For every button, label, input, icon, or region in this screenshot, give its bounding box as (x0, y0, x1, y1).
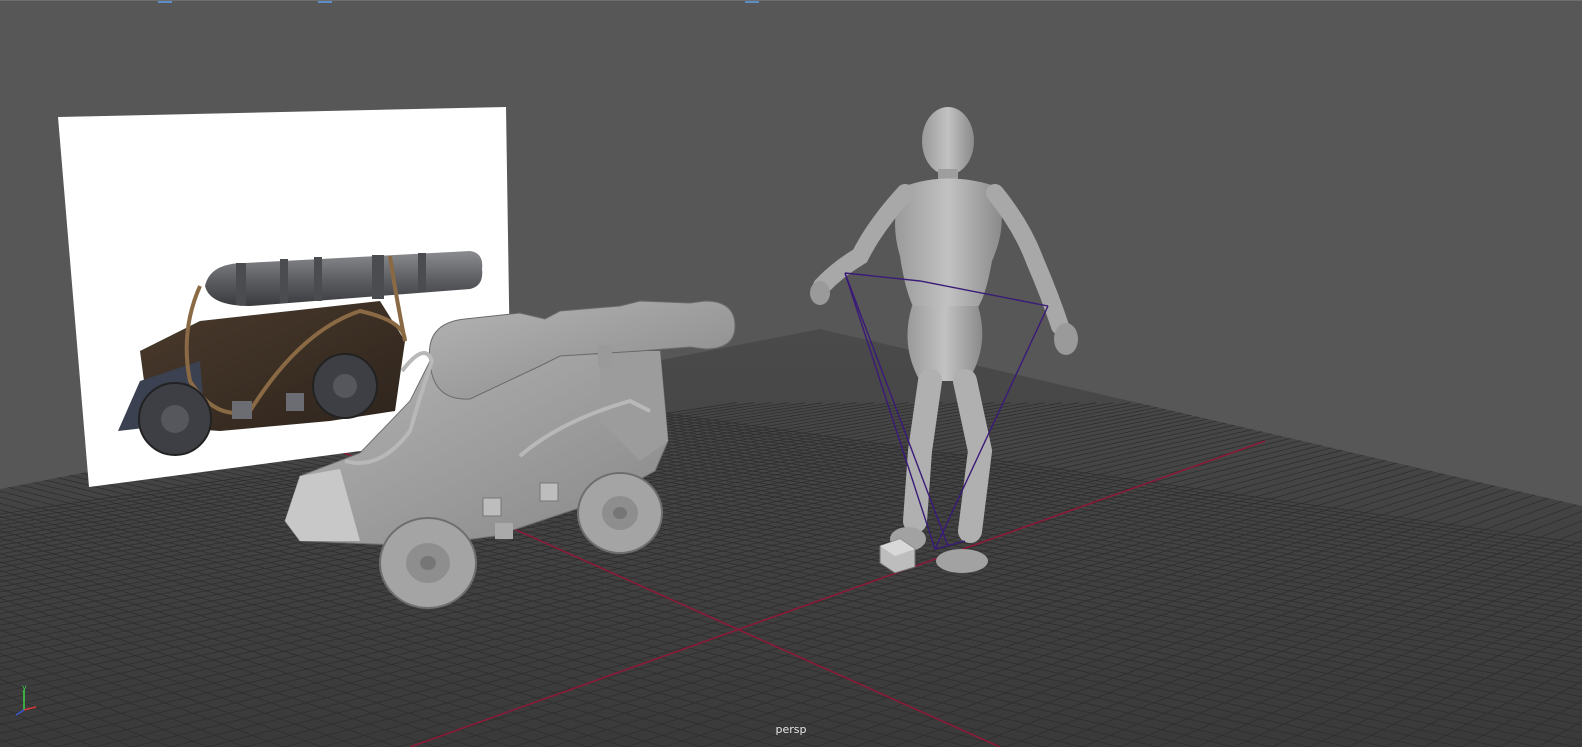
view-axis-indicator: y (8, 682, 48, 722)
cannon-front-wheel (380, 518, 476, 608)
scene-canvas[interactable] (0, 1, 1582, 747)
cannon-rear-wheel (578, 473, 662, 553)
camera-name-label: persp (0, 723, 1582, 736)
perspective-viewport[interactable]: y persp (0, 0, 1582, 746)
axis-z-line (16, 710, 24, 715)
axis-y-label: y (22, 683, 27, 692)
axis-x-line (24, 707, 36, 710)
